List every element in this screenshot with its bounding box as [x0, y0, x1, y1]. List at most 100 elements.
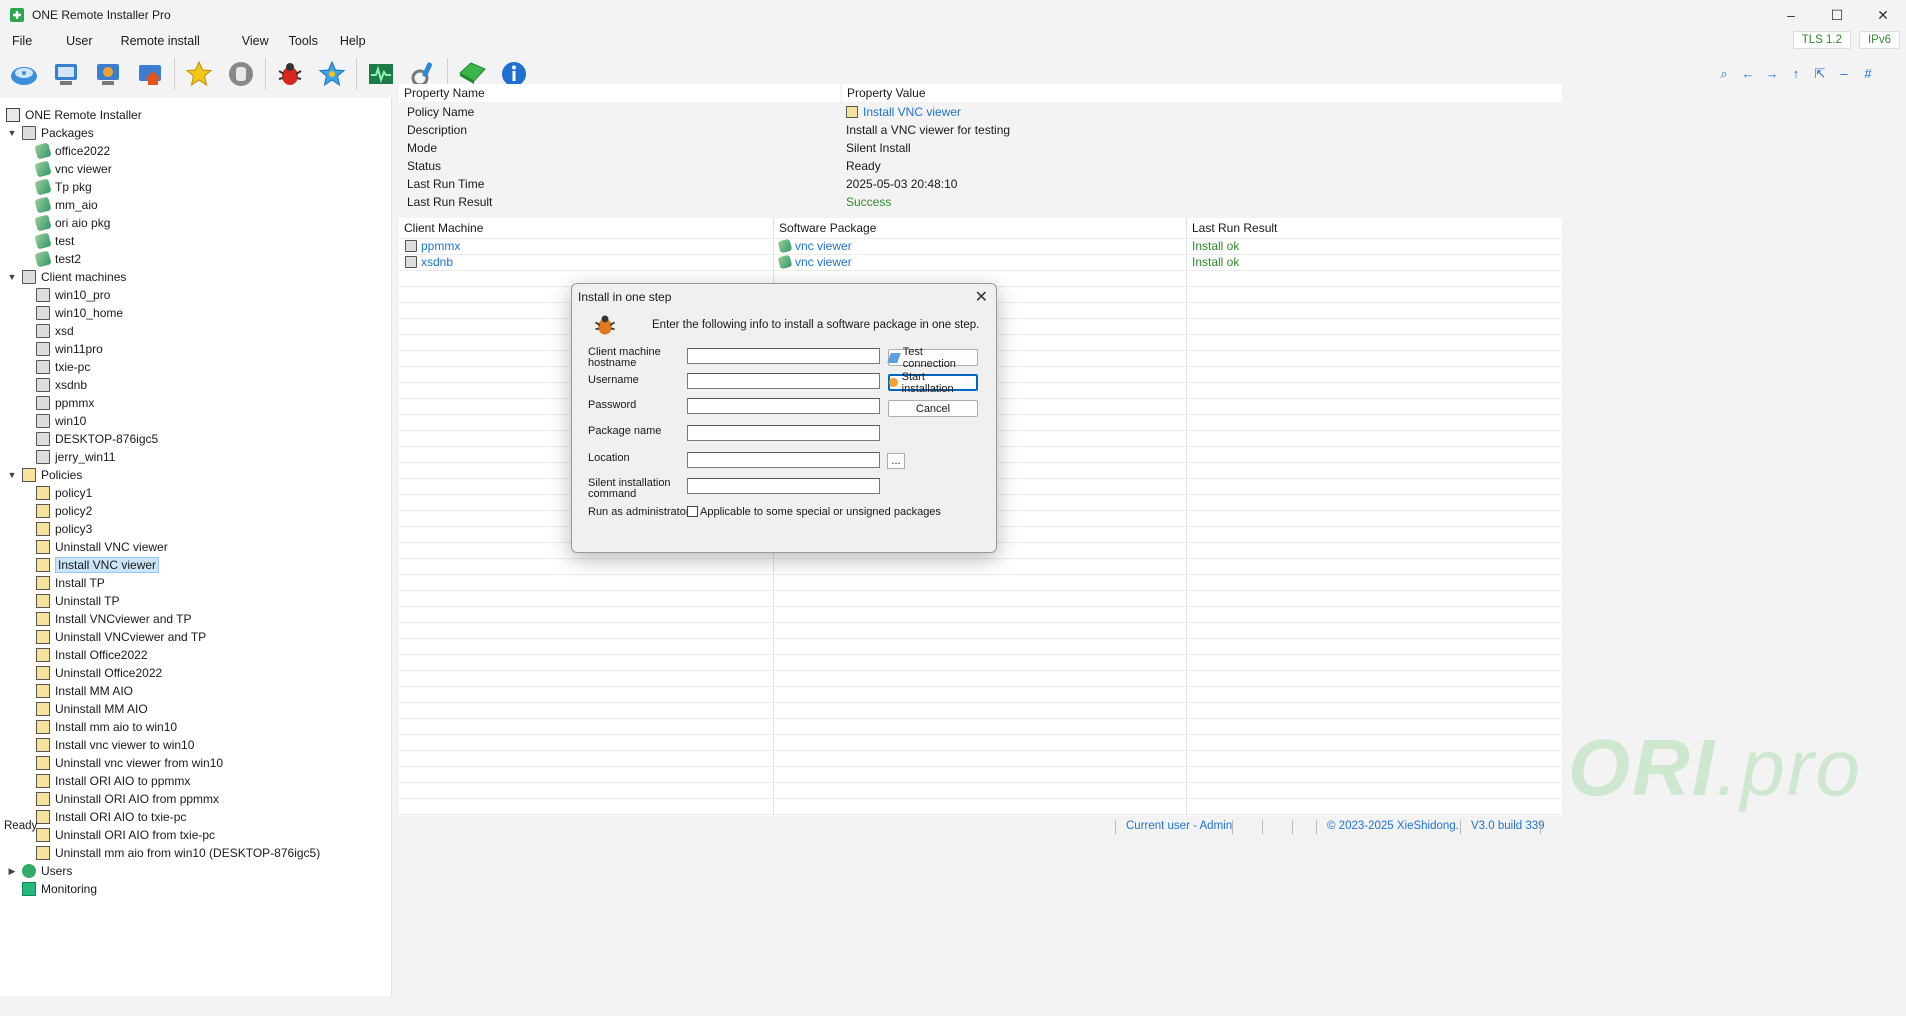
- tree-item[interactable]: txie-pc: [6, 358, 391, 376]
- menu-help[interactable]: Help: [330, 34, 378, 48]
- property-name-header[interactable]: Property Name: [399, 84, 840, 102]
- tree-item[interactable]: Uninstall TP: [6, 592, 391, 610]
- location-input[interactable]: [687, 452, 880, 468]
- column-header-result[interactable]: Last Run Result: [1192, 218, 1552, 238]
- tree-node-users[interactable]: ▶ Users: [6, 862, 391, 880]
- tree-item[interactable]: xsd: [6, 322, 391, 340]
- add-policy-button[interactable]: [90, 56, 126, 92]
- hash-icon[interactable]: #: [1860, 66, 1876, 82]
- dialog-close-button[interactable]: ✕: [975, 287, 988, 307]
- browse-button[interactable]: ...: [887, 453, 905, 469]
- column-header-client[interactable]: Client Machine: [404, 218, 773, 238]
- silent-command-input[interactable]: [687, 478, 880, 494]
- collapse-icon[interactable]: –: [1836, 66, 1852, 82]
- run-as-admin-checkbox[interactable]: [687, 506, 698, 517]
- tree-item[interactable]: ppmmx: [6, 394, 391, 412]
- menu-tools[interactable]: Tools: [281, 34, 330, 48]
- favorite-button[interactable]: [181, 56, 217, 92]
- tree-node-policies[interactable]: ▼ Policies: [6, 466, 391, 484]
- monitoring-button[interactable]: [363, 56, 399, 92]
- tree-item[interactable]: test: [6, 232, 391, 250]
- tree-item[interactable]: policy3: [6, 520, 391, 538]
- chevron-right-icon[interactable]: ▶: [6, 866, 18, 877]
- prop-value-policy-name[interactable]: Install VNC viewer: [846, 103, 961, 121]
- hostname-input[interactable]: [687, 348, 880, 364]
- one-step-install-button[interactable]: [272, 56, 308, 92]
- menu-file[interactable]: File: [0, 34, 44, 48]
- tree-item[interactable]: Uninstall VNCviewer and TP: [6, 628, 391, 646]
- search-icon[interactable]: ⌕: [1716, 66, 1732, 82]
- username-label: Username: [588, 374, 639, 386]
- username-input[interactable]: [687, 373, 880, 389]
- policy-icon: [36, 612, 50, 626]
- property-value-header[interactable]: Property Value: [842, 84, 1562, 102]
- tree-item[interactable]: Uninstall MM AIO: [6, 700, 391, 718]
- menu-view[interactable]: View: [212, 34, 281, 48]
- forward-arrow-icon[interactable]: →: [1764, 66, 1780, 82]
- tree-item[interactable]: Install VNC viewer: [6, 556, 391, 574]
- tree-item[interactable]: DESKTOP-876igc5: [6, 430, 391, 448]
- tree-item[interactable]: Install ORI AIO to ppmmx: [6, 772, 391, 790]
- chevron-down-icon[interactable]: ▼: [6, 272, 18, 282]
- maximize-button[interactable]: ☐: [1814, 0, 1860, 30]
- tree-item[interactable]: policy1: [6, 484, 391, 502]
- add-client-button[interactable]: [48, 56, 84, 92]
- table-row[interactable]: ppmmx: [405, 238, 460, 254]
- tree-node-packages[interactable]: ▼ Packages: [6, 124, 391, 142]
- wizard-button[interactable]: [314, 56, 350, 92]
- tree-item[interactable]: win10_home: [6, 304, 391, 322]
- policy-icon: [36, 558, 50, 572]
- tree-item[interactable]: Uninstall mm aio from win10 (DESKTOP-876…: [6, 844, 391, 862]
- tree-item[interactable]: policy2: [6, 502, 391, 520]
- tree-item[interactable]: Uninstall Office2022: [6, 664, 391, 682]
- tree-item[interactable]: Install MM AIO: [6, 682, 391, 700]
- tree-item[interactable]: xsdnb: [6, 376, 391, 394]
- up-arrow-icon[interactable]: ↑: [1788, 66, 1804, 82]
- minimize-button[interactable]: –: [1768, 0, 1814, 30]
- prop-value-status: Ready: [846, 159, 881, 173]
- tree-item[interactable]: Tp pkg: [6, 178, 391, 196]
- tree-root[interactable]: ONE Remote Installer: [6, 106, 391, 124]
- start-installation-button[interactable]: Start installation: [888, 371, 978, 395]
- tree-item[interactable]: win11pro: [6, 340, 391, 358]
- export-icon[interactable]: ⇱: [1812, 66, 1828, 82]
- menu-user[interactable]: User: [44, 34, 104, 48]
- stop-button[interactable]: [223, 56, 259, 92]
- column-header-package[interactable]: Software Package: [779, 218, 1179, 238]
- tree-item[interactable]: win10_pro: [6, 286, 391, 304]
- tree-item[interactable]: Uninstall VNC viewer: [6, 538, 391, 556]
- tree-node-clients[interactable]: ▼ Client machines: [6, 268, 391, 286]
- package-name-input[interactable]: [687, 425, 880, 441]
- tree-item[interactable]: Install Office2022: [6, 646, 391, 664]
- tree-item[interactable]: Install TP: [6, 574, 391, 592]
- tree-item[interactable]: Uninstall ORI AIO from ppmmx: [6, 790, 391, 808]
- run-as-admin-checkbox-label[interactable]: Applicable to some special or unsigned p…: [700, 506, 941, 518]
- tree-item[interactable]: Install vnc viewer to win10: [6, 736, 391, 754]
- tree-item[interactable]: mm_aio: [6, 196, 391, 214]
- policy-icon: [36, 720, 50, 734]
- tree-item[interactable]: office2022: [6, 142, 391, 160]
- remote-install-button[interactable]: [132, 56, 168, 92]
- add-package-button[interactable]: [6, 56, 42, 92]
- test-connection-button[interactable]: Test connection: [887, 346, 978, 370]
- chevron-down-icon[interactable]: ▼: [6, 470, 18, 480]
- tree-item[interactable]: Install VNCviewer and TP: [6, 610, 391, 628]
- tree-item[interactable]: Uninstall vnc viewer from win10: [6, 754, 391, 772]
- tree-item[interactable]: jerry_win11: [6, 448, 391, 466]
- table-row[interactable]: xsdnb: [405, 254, 453, 270]
- back-arrow-icon[interactable]: ←: [1740, 66, 1756, 82]
- cancel-button[interactable]: Cancel: [888, 400, 978, 417]
- menu-remote-install[interactable]: Remote install: [105, 34, 212, 48]
- tree-item[interactable]: test2: [6, 250, 391, 268]
- tree-item[interactable]: win10: [6, 412, 391, 430]
- chevron-down-icon[interactable]: ▼: [6, 128, 18, 138]
- tree-item[interactable]: ori aio pkg: [6, 214, 391, 232]
- tree-item[interactable]: Install mm aio to win10: [6, 718, 391, 736]
- password-input[interactable]: [687, 398, 880, 414]
- table-cell-package[interactable]: vnc viewer: [777, 238, 852, 254]
- table-cell-package[interactable]: vnc viewer: [777, 254, 852, 270]
- tree-item[interactable]: vnc viewer: [6, 160, 391, 178]
- gridline: [399, 734, 1562, 735]
- tree-node-monitoring[interactable]: Monitoring: [6, 880, 391, 898]
- close-window-button[interactable]: ✕: [1860, 0, 1906, 30]
